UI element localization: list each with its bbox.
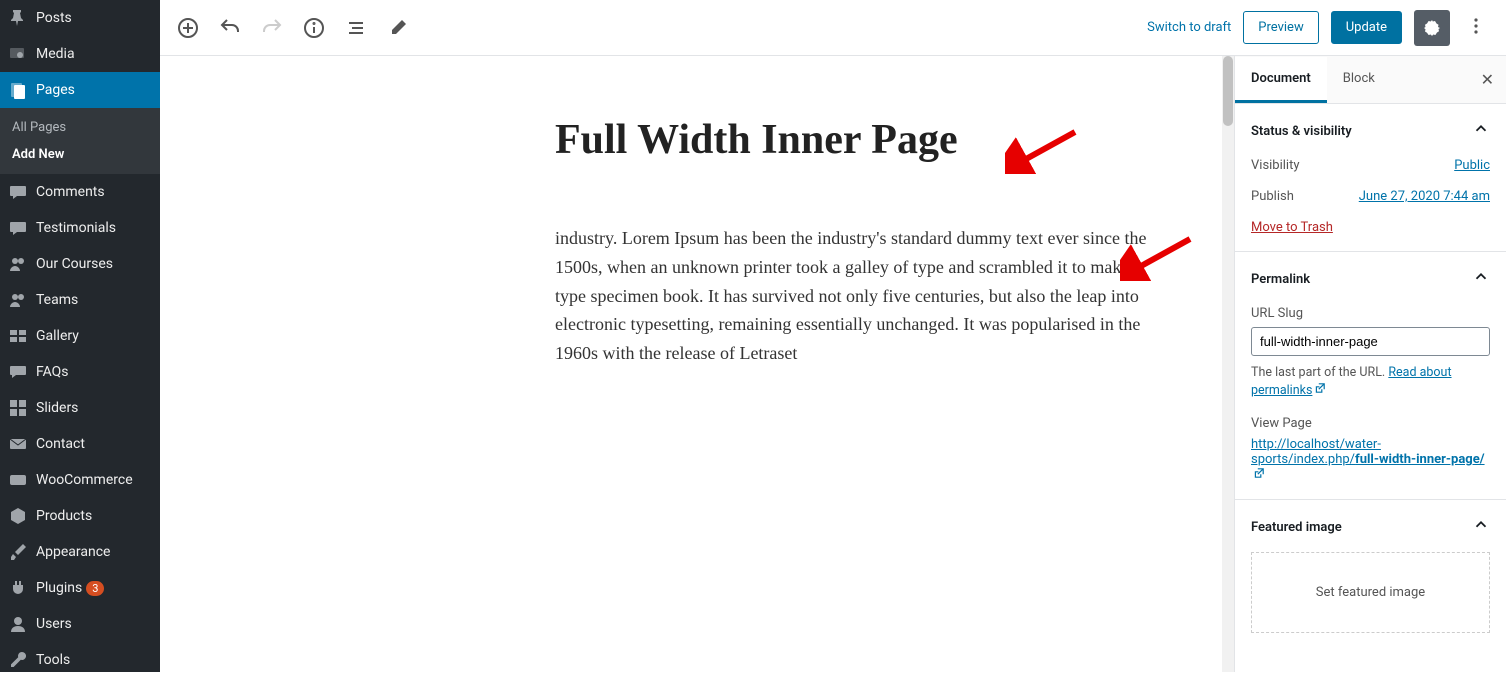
- sidebar-item-label: Pages: [36, 82, 75, 98]
- sidebar-item-label: Products: [36, 508, 92, 524]
- editor-canvas[interactable]: Full Width Inner Page industry. Lorem Ip…: [160, 56, 1234, 672]
- sidebar-item-media[interactable]: Media: [0, 36, 160, 72]
- sidebar-item-label: Sliders: [36, 400, 78, 416]
- sidebar-item-teams[interactable]: Teams: [0, 282, 160, 318]
- sidebar-item-label: Testimonials: [36, 220, 116, 236]
- teams-icon: [8, 290, 28, 310]
- section-featured-image: Featured image Set featured image: [1235, 500, 1506, 649]
- settings-gear-button[interactable]: [1414, 10, 1450, 46]
- wrench-icon: [8, 650, 28, 670]
- section-header-status[interactable]: Status & visibility: [1251, 120, 1490, 142]
- sidebar-item-tools[interactable]: Tools: [0, 642, 160, 678]
- sidebar-sub-add-new[interactable]: Add New: [0, 141, 160, 168]
- chevron-up-icon: [1472, 516, 1490, 538]
- tab-block[interactable]: Block: [1327, 57, 1391, 103]
- sidebar-item-faqs[interactable]: FAQs: [0, 354, 160, 390]
- close-inspector-button[interactable]: ✕: [1469, 56, 1506, 103]
- preview-button[interactable]: Preview: [1243, 11, 1318, 44]
- sidebar-item-testimonials[interactable]: Testimonials: [0, 210, 160, 246]
- sidebar-item-label: Appearance: [36, 544, 110, 560]
- sidebar-item-label: Our Courses: [36, 256, 113, 272]
- faq-icon: [8, 362, 28, 382]
- publish-label: Publish: [1251, 189, 1294, 204]
- mail-icon: [8, 434, 28, 454]
- sidebar-item-gallery[interactable]: Gallery: [0, 318, 160, 354]
- canvas-scrollbar[interactable]: [1222, 56, 1234, 672]
- chevron-up-icon: [1472, 120, 1490, 142]
- plug-icon: [8, 578, 28, 598]
- sidebar-item-contact[interactable]: Contact: [0, 426, 160, 462]
- sidebar-item-comments[interactable]: Comments: [0, 174, 160, 210]
- sidebar-item-label: Media: [36, 46, 75, 62]
- edit-button[interactable]: [386, 16, 410, 40]
- sidebar-item-label: Teams: [36, 292, 78, 308]
- update-button[interactable]: Update: [1331, 11, 1402, 44]
- add-block-button[interactable]: [176, 16, 200, 40]
- move-to-trash-link[interactable]: Move to Trash: [1251, 220, 1333, 235]
- undo-button[interactable]: [218, 16, 242, 40]
- brush-icon: [8, 542, 28, 562]
- page-icon: [8, 80, 28, 100]
- url-slug-label: URL Slug: [1251, 306, 1490, 321]
- product-icon: [8, 506, 28, 526]
- editor-topbar: Switch to draft Preview Update: [160, 0, 1506, 56]
- sidebar-item-woocommerce[interactable]: WooCommerce: [0, 462, 160, 498]
- sidebar-item-courses[interactable]: Our Courses: [0, 246, 160, 282]
- woo-icon: [8, 470, 28, 490]
- set-featured-image-button[interactable]: Set featured image: [1251, 552, 1490, 633]
- sidebar-item-label: Plugins: [36, 580, 82, 596]
- sidebar-item-plugins[interactable]: Plugins 3: [0, 570, 160, 606]
- sidebar-item-label: Gallery: [36, 328, 79, 344]
- media-icon: [8, 44, 28, 64]
- view-page-label: View Page: [1251, 416, 1490, 431]
- info-button[interactable]: [302, 16, 326, 40]
- sidebar-item-pages[interactable]: Pages: [0, 72, 160, 108]
- redo-button[interactable]: [260, 16, 284, 40]
- visibility-label: Visibility: [1251, 158, 1300, 173]
- sidebar-item-label: Contact: [36, 436, 85, 452]
- pin-icon: [8, 8, 28, 28]
- sidebar-item-users[interactable]: Users: [0, 606, 160, 642]
- permalink-hint: The last part of the URL. Read about per…: [1251, 364, 1490, 400]
- admin-sidebar: Posts Media Pages All Pages Add New Comm…: [0, 0, 160, 672]
- comment-icon: [8, 182, 28, 202]
- plugins-badge: 3: [86, 581, 104, 596]
- sidebar-item-label: WooCommerce: [36, 472, 133, 488]
- outline-button[interactable]: [344, 16, 368, 40]
- more-options-button[interactable]: [1462, 12, 1490, 44]
- sidebar-item-products[interactable]: Products: [0, 498, 160, 534]
- main-area: Switch to draft Preview Update Full Widt…: [160, 0, 1506, 672]
- gallery-icon: [8, 326, 28, 346]
- inspector-panel: Document Block ✕ Status & visibility Vis…: [1234, 56, 1506, 672]
- sidebar-item-posts[interactable]: Posts: [0, 0, 160, 36]
- url-slug-input[interactable]: [1251, 327, 1490, 356]
- sidebar-submenu-pages: All Pages Add New: [0, 108, 160, 174]
- testimonial-icon: [8, 218, 28, 238]
- sidebar-item-label: Posts: [36, 10, 72, 26]
- user-icon: [8, 614, 28, 634]
- external-link-icon: [1253, 467, 1265, 483]
- sidebar-item-label: Tools: [36, 652, 70, 668]
- page-title[interactable]: Full Width Inner Page: [555, 116, 1165, 164]
- sidebar-item-appearance[interactable]: Appearance: [0, 534, 160, 570]
- sidebar-item-sliders[interactable]: Sliders: [0, 390, 160, 426]
- publish-value-link[interactable]: June 27, 2020 7:44 am: [1359, 189, 1490, 204]
- sidebar-sub-all-pages[interactable]: All Pages: [0, 114, 160, 141]
- visibility-value-link[interactable]: Public: [1454, 158, 1490, 173]
- chevron-up-icon: [1472, 268, 1490, 290]
- section-header-featured[interactable]: Featured image: [1251, 516, 1490, 538]
- sidebar-item-label: FAQs: [36, 364, 69, 380]
- section-status-visibility: Status & visibility Visibility Public Pu…: [1235, 104, 1506, 252]
- section-header-permalink[interactable]: Permalink: [1251, 268, 1490, 290]
- section-permalink: Permalink URL Slug The last part of the …: [1235, 252, 1506, 500]
- slider-icon: [8, 398, 28, 418]
- page-body-paragraph[interactable]: industry. Lorem Ipsum has been the indus…: [555, 224, 1165, 368]
- external-link-icon: [1314, 382, 1326, 400]
- view-page-link[interactable]: http://localhost/water-sports/index.php/…: [1251, 437, 1485, 483]
- sidebar-item-label: Users: [36, 616, 72, 632]
- sidebar-item-label: Comments: [36, 184, 105, 200]
- switch-to-draft-link[interactable]: Switch to draft: [1147, 20, 1231, 35]
- tab-document[interactable]: Document: [1235, 57, 1327, 103]
- courses-icon: [8, 254, 28, 274]
